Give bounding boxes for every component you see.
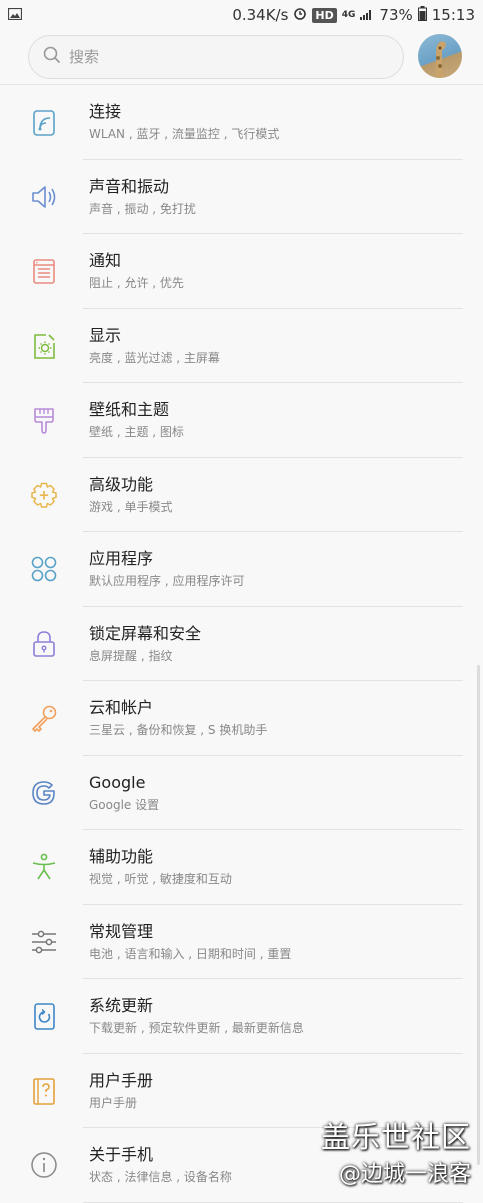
lock-icon (28, 628, 60, 660)
settings-item-sound[interactable]: 声音和振动 声音 , 振动 , 免打扰 (0, 160, 483, 235)
item-subtitle: 游戏 , 单手模式 (89, 498, 172, 516)
item-title: Google (89, 772, 159, 794)
settings-item-cloud-accounts[interactable]: 云和帐户 三星云 , 备份和恢复 , S 换机助手 (0, 681, 483, 756)
item-subtitle: 三星云 , 备份和恢复 , S 换机助手 (89, 721, 267, 739)
item-subtitle: 视觉 , 听觉 , 敏捷度和互动 (89, 870, 232, 888)
alarm-icon (293, 6, 307, 24)
connection-icon (28, 106, 60, 138)
item-subtitle: 声音 , 振动 , 免打扰 (89, 200, 196, 218)
scrollbar[interactable] (477, 665, 480, 1165)
item-title: 高级功能 (89, 474, 172, 496)
item-divider (83, 1202, 463, 1203)
watermark-line2: @边城一浪客 (321, 1160, 471, 1190)
item-subtitle: 下载更新 , 预定软件更新 , 最新更新信息 (89, 1019, 304, 1037)
settings-item-lock-screen-security[interactable]: 锁定屏幕和安全 息屏提醒 , 指纹 (0, 607, 483, 682)
item-subtitle: 阻止 , 允许 , 优先 (89, 274, 184, 292)
settings-item-connections[interactable]: 连接 WLAN , 蓝牙 , 流量监控 , 飞行模式 (0, 85, 483, 160)
update-icon (28, 1000, 60, 1032)
clock: 15:13 (432, 6, 475, 24)
item-title: 用户手册 (89, 1070, 153, 1092)
item-subtitle: 状态 , 法律信息 , 设备名称 (89, 1168, 232, 1186)
item-title: 连接 (89, 101, 279, 123)
battery-icon (418, 6, 427, 25)
item-title: 声音和振动 (89, 176, 196, 198)
account-avatar[interactable] (418, 34, 462, 78)
item-title: 壁纸和主题 (89, 399, 184, 421)
settings-item-display[interactable]: 显示 亮度 , 蓝光过滤 , 主屏幕 (0, 309, 483, 384)
item-subtitle: Google 设置 (89, 796, 159, 814)
item-title: 应用程序 (89, 548, 244, 570)
search-icon (43, 46, 61, 68)
gallery-notification-icon (8, 6, 22, 24)
item-subtitle: 电池 , 语言和输入 , 日期和时间 , 重置 (89, 945, 291, 963)
settings-item-advanced-features[interactable]: 高级功能 游戏 , 单手模式 (0, 458, 483, 533)
item-title: 云和帐户 (89, 697, 267, 719)
watermark-line1: 盖乐世社区 (321, 1120, 471, 1154)
item-subtitle: 壁纸 , 主题 , 图标 (89, 423, 184, 441)
item-title: 锁定屏幕和安全 (89, 623, 201, 645)
settings-item-accessibility[interactable]: 辅助功能 视觉 , 听觉 , 敏捷度和互动 (0, 830, 483, 905)
settings-item-google[interactable]: Google Google 设置 (0, 756, 483, 831)
settings-item-software-update[interactable]: 系统更新 下载更新 , 预定软件更新 , 最新更新信息 (0, 979, 483, 1054)
display-icon (28, 330, 60, 362)
sliders-icon (28, 926, 60, 958)
item-title: 常规管理 (89, 921, 291, 943)
item-title: 系统更新 (89, 995, 304, 1017)
item-subtitle: 用户手册 (89, 1094, 153, 1112)
settings-item-apps[interactable]: 应用程序 默认应用程序 , 应用程序许可 (0, 532, 483, 607)
settings-list: 连接 WLAN , 蓝牙 , 流量监控 , 飞行模式 声音和振动 声音 , 振动… (0, 85, 483, 1203)
apps-icon (28, 553, 60, 585)
key-icon (28, 702, 60, 734)
network-type: 4G (342, 10, 356, 20)
settings-item-notifications[interactable]: 通知 阻止 , 允许 , 优先 (0, 234, 483, 309)
search-input[interactable] (69, 48, 369, 66)
search-row (0, 30, 483, 86)
network-speed: 0.34K/s (232, 6, 288, 24)
settings-item-general-management[interactable]: 常规管理 电池 , 语言和输入 , 日期和时间 , 重置 (0, 905, 483, 980)
item-title: 辅助功能 (89, 846, 232, 868)
item-title: 通知 (89, 250, 184, 272)
settings-item-user-manual[interactable]: 用户手册 用户手册 (0, 1054, 483, 1129)
signal-icon (360, 6, 374, 24)
item-subtitle: WLAN , 蓝牙 , 流量监控 , 飞行模式 (89, 125, 279, 143)
notification-icon (28, 255, 60, 287)
item-subtitle: 息屏提醒 , 指纹 (89, 647, 201, 665)
item-title: 显示 (89, 325, 220, 347)
speaker-icon (28, 181, 60, 213)
gear-plus-icon (28, 479, 60, 511)
brush-icon (28, 404, 60, 436)
accessibility-icon (28, 851, 60, 883)
info-icon (28, 1149, 60, 1181)
item-subtitle: 亮度 , 蓝光过滤 , 主屏幕 (89, 349, 220, 367)
item-subtitle: 默认应用程序 , 应用程序许可 (89, 572, 244, 590)
battery-percent: 73% (379, 6, 412, 24)
settings-item-wallpapers-themes[interactable]: 壁纸和主题 壁纸 , 主题 , 图标 (0, 383, 483, 458)
watermark: 盖乐世社区 @边城一浪客 (321, 1120, 471, 1190)
status-bar: 0.34K/s HD 4G 73% 15:13 (0, 0, 483, 30)
hd-badge: HD (312, 8, 336, 23)
item-title: 关于手机 (89, 1144, 232, 1166)
search-bar[interactable] (28, 35, 404, 79)
google-icon (28, 777, 60, 809)
manual-icon (28, 1075, 60, 1107)
